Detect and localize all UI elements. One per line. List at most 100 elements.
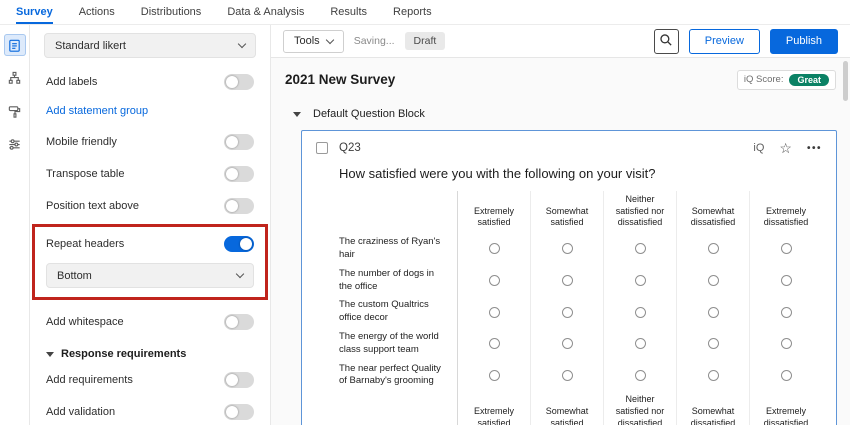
radio-option[interactable] [708, 307, 719, 318]
look-and-feel-icon[interactable] [4, 100, 26, 122]
matrix-column-header[interactable]: Somewhat satisfied [530, 191, 603, 233]
transpose-table-toggle[interactable] [224, 166, 254, 182]
survey-flow-icon[interactable] [4, 67, 26, 89]
main-area: Tools Saving... Draft Preview Publish [271, 25, 850, 425]
radio-option[interactable] [781, 370, 792, 381]
question-checkbox[interactable] [316, 142, 328, 154]
matrix-row-label[interactable]: The near perfect Quality of Barnaby's gr… [339, 360, 457, 392]
matrix-cell [530, 296, 603, 328]
matrix-cell [457, 296, 530, 328]
matrix-column-header[interactable]: Neither satisfied nor dissatisfied [603, 191, 676, 233]
tab-survey[interactable]: Survey [16, 0, 53, 24]
draft-badge: Draft [405, 32, 446, 50]
add-labels-toggle[interactable] [224, 74, 254, 90]
radio-option[interactable] [635, 370, 646, 381]
matrix-cell [676, 328, 749, 360]
repeat-headers-toggle[interactable] [224, 236, 254, 252]
matrix-cell [457, 328, 530, 360]
expert-review-iq-icon[interactable]: iQ [753, 142, 764, 154]
tab-distributions[interactable]: Distributions [141, 0, 202, 24]
question-text[interactable]: How satisfied were you with the followin… [339, 166, 822, 181]
matrix-row-label[interactable]: The craziness of Ryan's hair [339, 233, 457, 265]
survey-options-icon[interactable] [4, 133, 26, 155]
matrix-cell [457, 265, 530, 297]
search-button[interactable] [654, 29, 679, 54]
question-settings-sidebar: Standard likert Add labels Add statement… [30, 25, 271, 425]
matrix-column-header[interactable]: Extremely satisfied [457, 191, 530, 233]
response-requirements-section[interactable]: Response requirements [30, 338, 270, 364]
matrix-cell [749, 233, 822, 265]
add-requirements-toggle[interactable] [224, 372, 254, 388]
radio-option[interactable] [562, 275, 573, 286]
repeat-position-select[interactable]: Bottom [46, 263, 254, 288]
tab-reports[interactable]: Reports [393, 0, 432, 24]
radio-option[interactable] [635, 338, 646, 349]
question-block-header[interactable]: Default Question Block [293, 108, 836, 120]
star-icon[interactable]: ☆ [779, 141, 792, 155]
matrix-row-label[interactable]: The number of dogs in the office [339, 265, 457, 297]
left-icon-rail [0, 25, 30, 425]
tab-actions[interactable]: Actions [79, 0, 115, 24]
tab-results[interactable]: Results [330, 0, 367, 24]
matrix-row-label[interactable]: The custom Qualtrics office decor [339, 296, 457, 328]
radio-option[interactable] [562, 307, 573, 318]
transpose-table-row: Transpose table [30, 158, 270, 190]
position-text-above-toggle[interactable] [224, 198, 254, 214]
preview-button[interactable]: Preview [689, 29, 760, 54]
radio-option[interactable] [708, 338, 719, 349]
matrix-cell [457, 233, 530, 265]
matrix-column-header[interactable]: Extremely dissatisfied [749, 191, 822, 233]
matrix-column-header[interactable]: Extremely dissatisfied [749, 391, 822, 425]
add-whitespace-toggle[interactable] [224, 314, 254, 330]
matrix-column-header[interactable]: Somewhat dissatisfied [676, 191, 749, 233]
radio-option[interactable] [489, 370, 500, 381]
radio-option[interactable] [635, 243, 646, 254]
radio-option[interactable] [708, 243, 719, 254]
radio-option[interactable] [781, 243, 792, 254]
matrix-column-header[interactable]: Somewhat satisfied [530, 391, 603, 425]
add-labels-row: Add labels [30, 66, 270, 98]
matrix-header-spacer [339, 391, 457, 425]
response-requirements-label: Response requirements [61, 348, 186, 360]
radio-option[interactable] [708, 370, 719, 381]
add-validation-toggle[interactable] [224, 404, 254, 420]
matrix-row-label[interactable]: The energy of the world class support te… [339, 328, 457, 360]
mobile-friendly-toggle[interactable] [224, 134, 254, 150]
vertical-scrollbar[interactable] [843, 61, 848, 101]
survey-title-row: 2021 New Survey iQ Score: Great [285, 66, 836, 93]
publish-button[interactable]: Publish [770, 29, 838, 54]
matrix-column-header[interactable]: Somewhat dissatisfied [676, 391, 749, 425]
tools-button[interactable]: Tools [283, 30, 344, 53]
radio-option[interactable] [708, 275, 719, 286]
radio-option[interactable] [489, 275, 500, 286]
matrix-column-header[interactable]: Extremely satisfied [457, 391, 530, 425]
radio-option[interactable] [489, 338, 500, 349]
question-type-select[interactable]: Standard likert [44, 33, 256, 58]
radio-option[interactable] [635, 275, 646, 286]
matrix-column-header[interactable]: Neither satisfied nor dissatisfied [603, 391, 676, 425]
matrix-header-spacer [339, 191, 457, 233]
position-text-above-row: Position text above [30, 190, 270, 222]
radio-option[interactable] [562, 243, 573, 254]
add-statement-group-link[interactable]: Add statement group [30, 98, 270, 126]
add-whitespace-label: Add whitespace [46, 316, 124, 328]
search-icon [659, 33, 673, 50]
collapse-triangle-icon[interactable] [293, 112, 301, 117]
more-options-icon[interactable]: ••• [807, 143, 822, 154]
radio-option[interactable] [562, 338, 573, 349]
chevron-down-icon [236, 270, 244, 278]
radio-option[interactable] [489, 243, 500, 254]
builder-icon[interactable] [4, 34, 26, 56]
tab-data-analysis[interactable]: Data & Analysis [227, 0, 304, 24]
radio-option[interactable] [781, 307, 792, 318]
question-card[interactable]: Q23 iQ ☆ ••• How satisfied were you with… [301, 130, 837, 425]
tools-label: Tools [294, 35, 320, 47]
radio-option[interactable] [781, 338, 792, 349]
body-row: Standard likert Add labels Add statement… [0, 25, 850, 425]
radio-option[interactable] [781, 275, 792, 286]
radio-option[interactable] [489, 307, 500, 318]
iq-score-label: iQ Score: [744, 74, 784, 85]
radio-option[interactable] [562, 370, 573, 381]
radio-option[interactable] [635, 307, 646, 318]
iq-score-badge[interactable]: iQ Score: Great [737, 70, 836, 90]
